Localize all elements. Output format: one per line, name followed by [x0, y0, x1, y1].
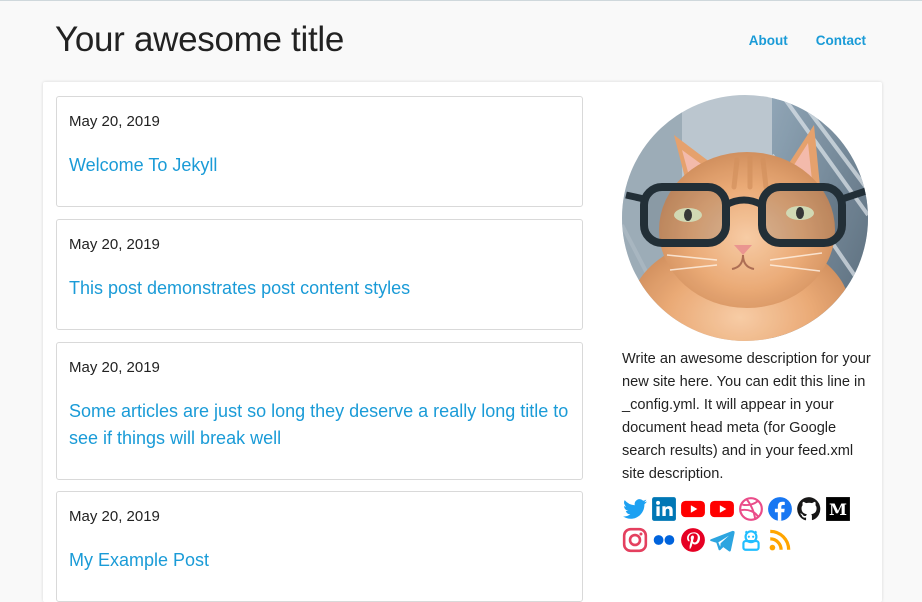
kaggle-icon[interactable]	[738, 527, 764, 553]
site-description: Write an awesome description for your ne…	[622, 351, 871, 482]
instagram-icon[interactable]	[622, 527, 648, 553]
post-card: May 20, 2019 Welcome To Jekyll	[56, 96, 583, 207]
post-date: May 20, 2019	[69, 236, 160, 253]
svg-text:M: M	[829, 500, 847, 519]
facebook-icon[interactable]	[767, 496, 793, 522]
youtube-icon[interactable]	[680, 496, 706, 522]
content-card: May 20, 2019 Welcome To Jekyll May 20, 2…	[43, 82, 882, 602]
post-date: May 20, 2019	[69, 359, 160, 376]
main-nav: About Contact	[749, 33, 866, 48]
avatar	[622, 95, 868, 341]
social-links: M	[622, 496, 862, 553]
post-card: May 20, 2019 This post demonstrates post…	[56, 219, 583, 330]
github-icon[interactable]	[796, 496, 822, 522]
post-card: May 20, 2019 Some articles are just so l…	[56, 342, 583, 480]
nav-link-about[interactable]: About	[749, 33, 788, 48]
youtube-icon[interactable]	[709, 496, 735, 522]
medium-icon[interactable]: M	[825, 496, 851, 522]
post-title-link[interactable]: Some articles are just so long they dese…	[69, 398, 572, 452]
post-date: May 20, 2019	[69, 508, 160, 525]
rss-icon[interactable]	[767, 527, 793, 553]
twitter-icon[interactable]	[622, 496, 648, 522]
cat-with-glasses-avatar	[622, 95, 868, 341]
pinterest-icon[interactable]	[680, 527, 706, 553]
site-title[interactable]: Your awesome title	[55, 20, 344, 60]
linkedin-icon[interactable]	[651, 496, 677, 522]
site-header: Your awesome title About Contact	[0, 0, 922, 82]
post-title-link[interactable]: Welcome To Jekyll	[69, 152, 572, 179]
flickr-icon[interactable]	[651, 527, 677, 553]
nav-link-contact[interactable]: Contact	[816, 33, 866, 48]
post-title-link[interactable]: This post demonstrates post content styl…	[69, 275, 572, 302]
telegram-icon[interactable]	[709, 527, 735, 553]
post-title-link[interactable]: My Example Post	[69, 547, 572, 574]
post-card: May 20, 2019 My Example Post	[56, 491, 583, 602]
post-date: May 20, 2019	[69, 113, 160, 130]
dribbble-icon[interactable]	[738, 496, 764, 522]
